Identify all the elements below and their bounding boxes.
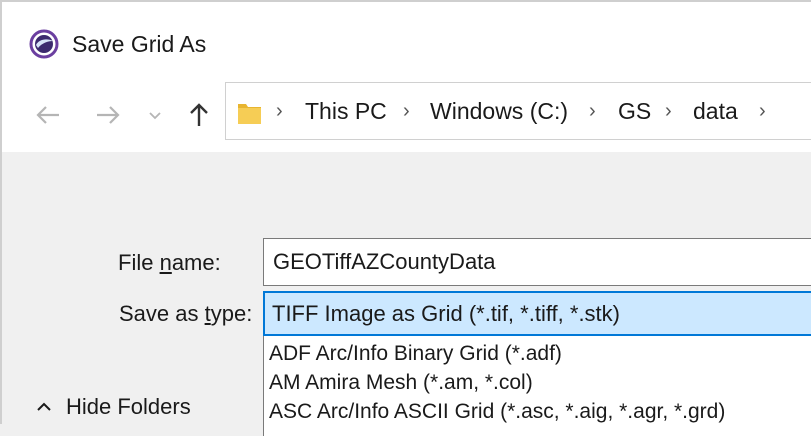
breadcrumb-this-pc[interactable]: This PC	[305, 96, 387, 126]
forward-button[interactable]	[93, 100, 123, 130]
arrow-right-icon	[97, 106, 120, 124]
breadcrumb-separator: ›	[403, 100, 410, 122]
arrow-up-icon	[190, 103, 208, 126]
chevron-up-icon	[37, 402, 51, 411]
back-button[interactable]	[33, 100, 63, 130]
surfer-app-icon	[29, 29, 59, 59]
up-button[interactable]	[184, 100, 214, 130]
hide-folders-button[interactable]: Hide Folders	[36, 393, 191, 421]
folder-icon	[238, 104, 261, 124]
file-type-option[interactable]: ASC Arc/Info ASCII Grid (*.asc, *.aig, *…	[269, 398, 725, 426]
breadcrumb-separator: ›	[276, 100, 283, 122]
breadcrumb-separator: ›	[759, 100, 766, 122]
recent-locations-button[interactable]	[145, 100, 165, 130]
save-as-type-value[interactable]: TIFF Image as Grid (*.tif, *.tiff, *.stk…	[272, 300, 620, 328]
file-name-label: File name:	[118, 250, 221, 275]
file-type-option[interactable]: ADF Arc/Info Binary Grid (*.adf)	[269, 340, 562, 368]
hide-folders-label: Hide Folders	[66, 394, 191, 419]
breadcrumb-separator: ›	[665, 100, 672, 122]
breadcrumb-windows-c[interactable]: Windows (C:)	[430, 96, 568, 126]
breadcrumb-separator: ›	[589, 100, 596, 122]
breadcrumb-data[interactable]: data	[693, 96, 738, 126]
file-name-value[interactable]: GEOTiffAZCountyData	[273, 248, 496, 276]
title-bar: Save Grid As	[0, 0, 811, 74]
arrow-left-icon	[36, 106, 59, 124]
window-title: Save Grid As	[72, 31, 207, 57]
chevron-down-icon	[149, 112, 161, 120]
file-type-option[interactable]: AM Amira Mesh (*.am, *.col)	[269, 369, 533, 397]
save-as-type-label: Save as type:	[119, 301, 253, 326]
breadcrumb-gs[interactable]: GS	[618, 96, 651, 126]
